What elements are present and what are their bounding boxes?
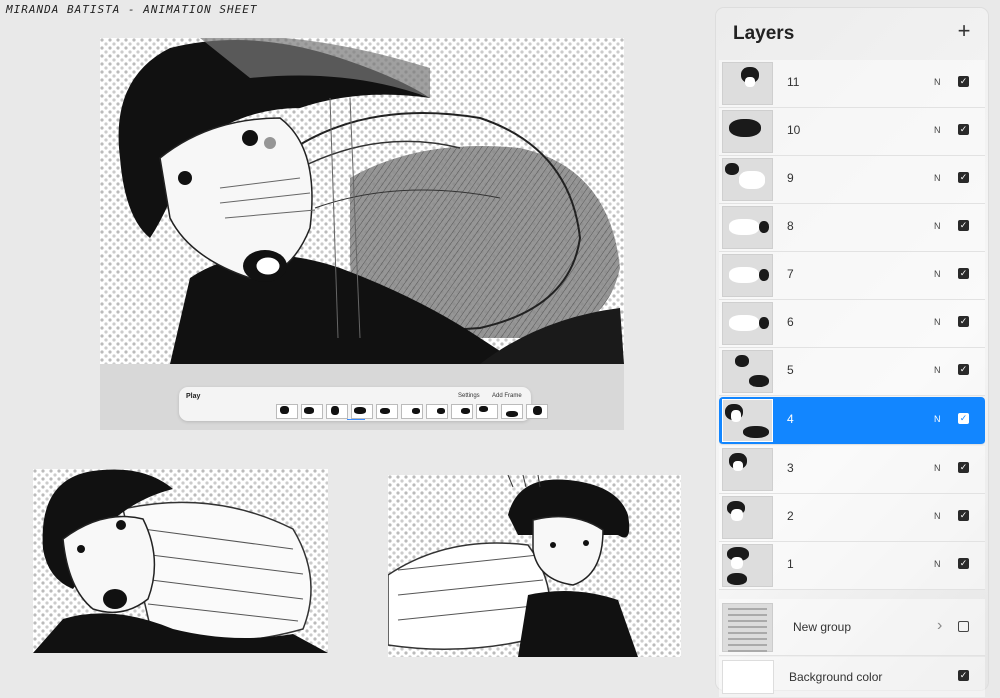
frame-thumbnail-7[interactable] — [426, 404, 448, 419]
layer-name: 6 — [787, 315, 794, 329]
visibility-checkbox[interactable]: ✓ — [958, 220, 969, 231]
layer-row-10[interactable]: 10 N ✓ — [719, 108, 985, 156]
layer-name: 8 — [787, 219, 794, 233]
layers-panel: Layers + 11 N ✓ 10 N ✓ 9 N ✓ 8 N ✓ 7 N ✓… — [716, 8, 988, 697]
blend-mode-button[interactable]: N — [934, 269, 941, 279]
layer-row-7[interactable]: 7 N ✓ — [719, 252, 985, 300]
visibility-checkbox[interactable]: ✓ — [958, 172, 969, 183]
layer-thumbnail — [722, 254, 773, 297]
blend-mode-button[interactable]: N — [934, 77, 941, 87]
visibility-checkbox[interactable]: ✓ — [958, 316, 969, 327]
layer-thumbnail — [722, 62, 773, 105]
frame-thumbnail-1[interactable] — [276, 404, 298, 419]
layer-row-3[interactable]: 3 N ✓ — [719, 446, 985, 494]
add-frame-button[interactable]: Add Frame — [492, 393, 522, 399]
layer-row-11[interactable]: 11 N ✓ — [719, 60, 985, 108]
blend-mode-button[interactable]: N — [934, 559, 941, 569]
layer-row-2[interactable]: 2 N ✓ — [719, 494, 985, 542]
reference-frame-angry — [33, 469, 328, 653]
layer-name: 5 — [787, 363, 794, 377]
layer-row-6[interactable]: 6 N ✓ — [719, 300, 985, 348]
frame-b-marker — [536, 640, 541, 648]
blend-mode-button[interactable]: N — [934, 317, 941, 327]
layer-row-4[interactable]: 4 N ✓ — [719, 397, 985, 445]
blend-mode-button[interactable]: N — [934, 221, 941, 231]
settings-button[interactable]: Settings — [458, 393, 480, 399]
background-visibility-checkbox[interactable]: ✓ — [958, 670, 969, 681]
frame-thumbnail-4[interactable] — [351, 404, 373, 419]
sheet-title: MIRANDA BATISTA - ANIMATION SHEET — [6, 3, 258, 16]
blend-mode-button[interactable]: N — [934, 511, 941, 521]
frame-strip — [276, 404, 548, 419]
visibility-checkbox[interactable]: ✓ — [958, 268, 969, 279]
layer-name: 7 — [787, 267, 794, 281]
layer-row-1[interactable]: 1 N ✓ — [719, 542, 985, 590]
frame-thumbnail-11[interactable] — [526, 404, 548, 419]
visibility-checkbox[interactable]: ✓ — [958, 364, 969, 375]
layer-thumbnail — [722, 448, 773, 491]
layer-thumbnail — [722, 399, 773, 442]
visibility-checkbox[interactable]: ✓ — [958, 558, 969, 569]
frame-thumbnail-10[interactable] — [501, 404, 523, 419]
canvas-artwork — [100, 38, 624, 364]
layer-name: 2 — [787, 509, 794, 523]
layer-name: 4 — [787, 412, 794, 426]
chevron-right-icon[interactable]: › — [937, 617, 942, 635]
background-color-row[interactable]: Background color ✓ — [719, 657, 985, 697]
layer-thumbnail — [722, 350, 773, 393]
background-color-label: Background color — [789, 670, 883, 684]
group-visibility-checkbox[interactable] — [958, 621, 969, 632]
visibility-checkbox[interactable]: ✓ — [958, 76, 969, 87]
group-name: New group — [793, 620, 852, 634]
current-frame-indicator — [347, 419, 365, 420]
blend-mode-button[interactable]: N — [934, 463, 941, 473]
frame-thumbnail-8[interactable] — [451, 404, 473, 419]
layer-thumbnail — [722, 110, 773, 153]
layer-thumbnail — [722, 158, 773, 201]
layer-name: 11 — [787, 75, 800, 89]
background-color-swatch[interactable] — [722, 660, 774, 694]
layer-thumbnail — [722, 206, 773, 249]
group-thumbnail — [722, 603, 773, 652]
blend-mode-button[interactable]: N — [934, 173, 941, 183]
layer-group-row[interactable]: New group › — [719, 599, 985, 656]
visibility-checkbox[interactable]: ✓ — [958, 510, 969, 521]
frame-thumbnail-2[interactable] — [301, 404, 323, 419]
blend-mode-button[interactable]: N — [934, 125, 941, 135]
blend-mode-button[interactable]: N — [934, 365, 941, 375]
layer-name: 10 — [787, 123, 801, 137]
frame-thumbnail-3[interactable] — [326, 404, 348, 419]
layer-row-5[interactable]: 5 N ✓ — [719, 348, 985, 396]
layer-row-9[interactable]: 9 N ✓ — [719, 156, 985, 204]
blend-mode-button[interactable]: N — [934, 414, 941, 424]
reference-frame-calm — [388, 475, 681, 657]
layer-thumbnail — [722, 302, 773, 345]
play-button[interactable]: Play — [186, 393, 200, 400]
panel-title: Layers — [733, 23, 795, 44]
plus-icon[interactable]: + — [954, 19, 974, 43]
layer-name: 3 — [787, 461, 794, 475]
layer-thumbnail — [722, 496, 773, 539]
frame-thumbnail-5[interactable] — [376, 404, 398, 419]
layer-thumbnail — [722, 544, 773, 587]
visibility-checkbox[interactable]: ✓ — [958, 124, 969, 135]
layer-name: 1 — [787, 557, 794, 571]
layer-row-8[interactable]: 8 N ✓ — [719, 204, 985, 252]
frame-thumbnail-9[interactable] — [476, 404, 498, 419]
frame-a-marker — [89, 639, 94, 647]
main-canvas[interactable]: Play Settings Add Frame — [100, 38, 624, 430]
visibility-checkbox[interactable]: ✓ — [958, 462, 969, 473]
frame-thumbnail-6[interactable] — [401, 404, 423, 419]
layer-name: 9 — [787, 171, 794, 185]
animation-timeline: Play Settings Add Frame — [179, 387, 548, 421]
visibility-checkbox[interactable]: ✓ — [958, 413, 969, 424]
